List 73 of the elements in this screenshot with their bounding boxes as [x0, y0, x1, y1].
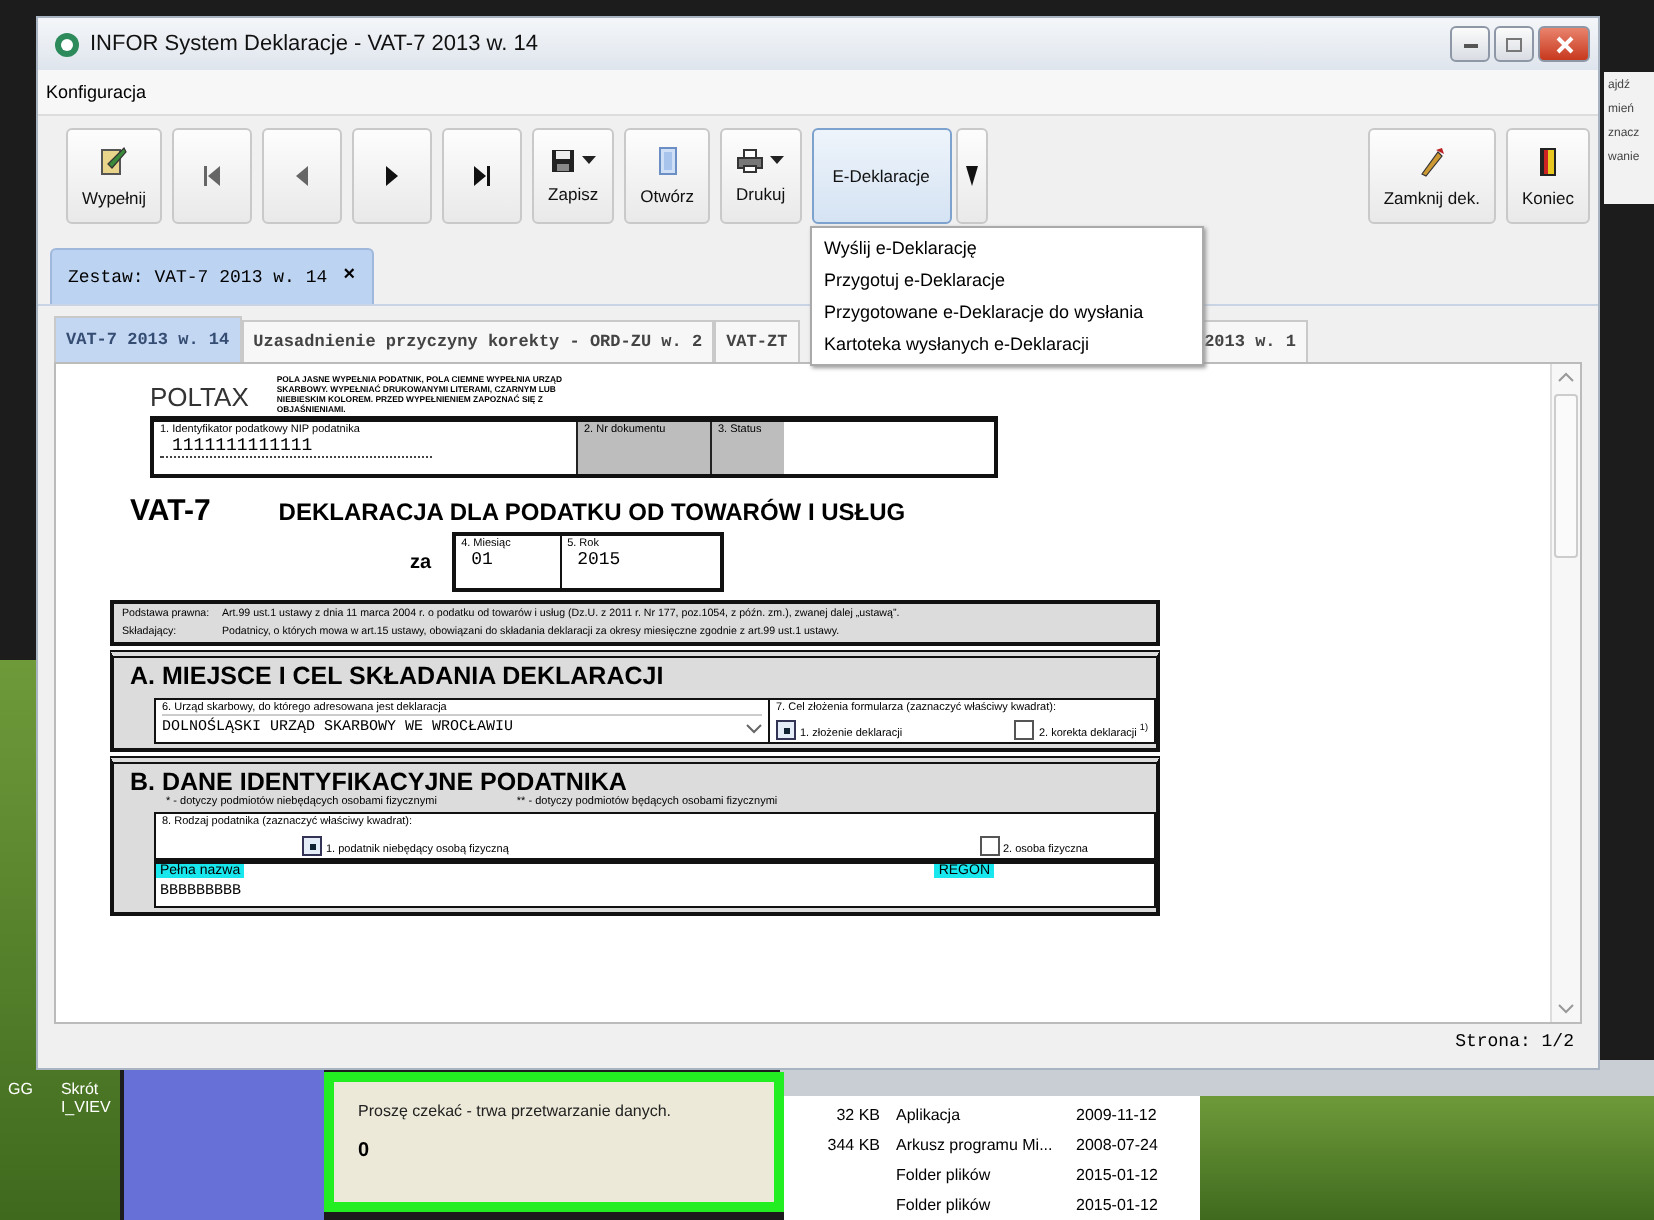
door-icon [1538, 145, 1558, 177]
scroll-thumb[interactable] [1554, 394, 1578, 558]
file-type: Folder plików [896, 1196, 993, 1214]
form-title: DEKLARACJA DLA PODATKU OD TOWARÓW I USŁUG [278, 498, 906, 526]
minimize-icon [1463, 41, 1477, 47]
form-code: VAT-7 [130, 494, 211, 528]
window-title: INFOR System Deklaracje - VAT-7 2013 w. 14 [90, 32, 538, 56]
form-tab[interactable]: VAT-7 2013 w. 14 [54, 316, 242, 362]
form-logo: POLTAX [150, 381, 249, 411]
progress-message: Proszę czekać - trwa przetwarzanie danych. [358, 1102, 674, 1120]
period-input[interactable]: 2015 [567, 550, 714, 570]
page-indicator: Strona: 1/2 [1455, 1032, 1574, 1052]
dropdown-button[interactable] [955, 128, 988, 224]
desktop-icon-label[interactable]: I_VIEV [60, 1098, 111, 1116]
toolbar-button[interactable]: Zapisz [532, 128, 615, 224]
caret-icon [582, 156, 597, 166]
file-size: 344 KB [827, 1136, 880, 1154]
app-logo-icon [54, 31, 80, 57]
menu-item[interactable]: Konfiguracja [46, 82, 147, 102]
file-size: 32 KB [836, 1106, 880, 1124]
pen-icon [1417, 145, 1446, 177]
maximize-icon [1506, 37, 1522, 51]
section-title: A. MIEJSCE I CEL SKŁADANIA DEKLARACJI [130, 662, 666, 690]
next-icon [384, 164, 401, 188]
toolbar-button[interactable]: Wypełnij [66, 128, 163, 224]
caret-icon [770, 156, 785, 166]
e-declarations-button[interactable]: E-Deklaracje [811, 128, 952, 224]
minimize-button[interactable] [1450, 26, 1490, 62]
file-date: 2015-01-12 [1076, 1166, 1158, 1184]
form-tab[interactable]: VAT-ZT [714, 320, 800, 362]
period-input[interactable]: 01 [461, 550, 554, 570]
set-tab[interactable]: Zestaw: VAT-7 2013 w. 14 × [50, 248, 374, 304]
scroll-up-icon [1558, 372, 1574, 382]
document-icon [655, 146, 680, 176]
file-date: 2009-11-12 [1076, 1106, 1157, 1124]
vertical-scrollbar[interactable] [1550, 364, 1580, 1022]
caret-icon [965, 166, 978, 186]
toolbar-button[interactable]: Otwórz [624, 128, 711, 224]
navigation-button[interactable] [442, 128, 523, 224]
maximize-button[interactable] [1494, 26, 1534, 62]
file-type: Folder plików [896, 1166, 993, 1184]
file-date: 2008-07-24 [1076, 1136, 1158, 1154]
desktop-icon-label[interactable]: GG [8, 1080, 33, 1098]
previous-icon [294, 164, 311, 188]
save-icon [550, 148, 577, 174]
toolbar-button[interactable]: Koniec [1506, 128, 1590, 224]
printer-icon [736, 148, 765, 174]
file-type: Aplikacja [896, 1106, 963, 1124]
section-title: B. DANE IDENTYFIKACYJNE PODATNIKA [130, 768, 629, 796]
checkbox[interactable] [302, 836, 322, 856]
toolbar-button[interactable]: Drukuj [720, 128, 802, 224]
menu-item[interactable]: Wyślij e-Deklarację [812, 232, 1202, 264]
toolbar-button[interactable]: Zamknij dek. [1367, 128, 1496, 224]
last-record-icon [472, 164, 493, 188]
menu-item[interactable]: Przygotuj e-Deklaracje [812, 264, 1202, 296]
period-label: za [410, 551, 432, 573]
checkbox[interactable] [979, 836, 999, 856]
form-tab[interactable]: Uzasadnienie przyczyny korekty - ORD-ZU w. 2 [241, 320, 715, 362]
document-pencil-icon [100, 145, 129, 177]
progress-counter: 0 [358, 1140, 372, 1162]
set-tab-label: Zestaw: VAT-7 2013 w. 14 [68, 267, 328, 287]
tab-close-button[interactable]: × [343, 266, 356, 288]
close-button[interactable] [1538, 26, 1590, 62]
close-icon [1555, 35, 1573, 53]
first-record-icon [202, 164, 223, 188]
file-type: Arkusz programu Mi... [896, 1136, 1055, 1154]
desktop-icon-label[interactable]: Skrót [60, 1080, 111, 1098]
checkbox[interactable] [1014, 720, 1035, 740]
scroll-down-icon [1558, 1004, 1574, 1014]
nip-input[interactable]: 1111111111111 [160, 436, 432, 458]
file-date: 2015-01-12 [1076, 1196, 1158, 1214]
chevron-down-icon [746, 723, 762, 733]
checkbox[interactable] [776, 720, 796, 740]
